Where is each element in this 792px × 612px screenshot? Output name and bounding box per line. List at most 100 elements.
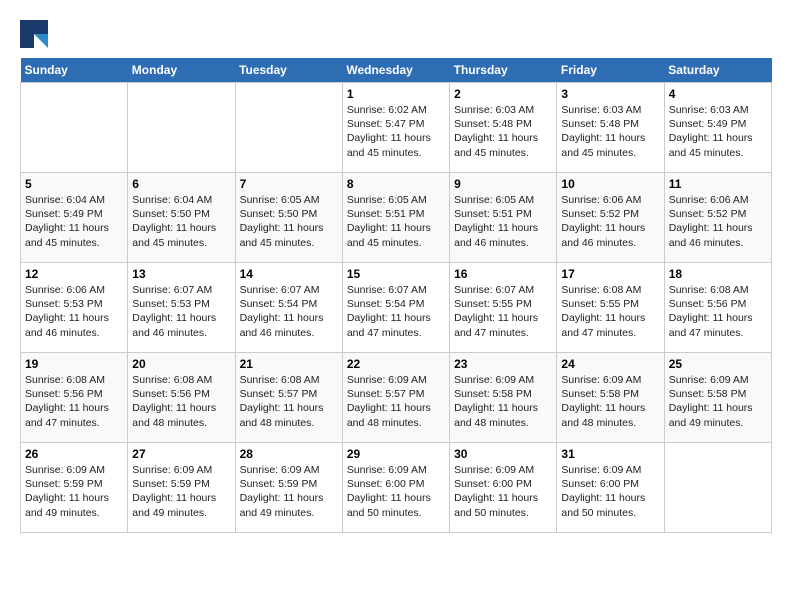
day-header-saturday: Saturday <box>664 58 771 83</box>
day-info: Sunrise: 6:09 AM Sunset: 6:00 PM Dayligh… <box>561 463 659 520</box>
day-number: 1 <box>347 87 445 101</box>
calendar-cell: 18 Sunrise: 6:08 AM Sunset: 5:56 PM Dayli… <box>664 263 771 353</box>
calendar-cell <box>664 443 771 533</box>
day-info: Sunrise: 6:02 AM Sunset: 5:47 PM Dayligh… <box>347 103 445 160</box>
day-number: 11 <box>669 177 767 191</box>
calendar-cell: 24Sunrise: 6:09 AM Sunset: 5:58 PM Dayli… <box>557 353 664 443</box>
calendar-cell: 10 Sunrise: 6:06 AM Sunset: 5:52 PM Dayli… <box>557 173 664 263</box>
day-info: Sunrise: 6:09 AM Sunset: 5:58 PM Dayligh… <box>454 373 552 430</box>
calendar-cell: 28 Sunrise: 6:09 AM Sunset: 5:59 PM Dayli… <box>235 443 342 533</box>
day-header-tuesday: Tuesday <box>235 58 342 83</box>
day-header-sunday: Sunday <box>21 58 128 83</box>
day-number: 18 <box>669 267 767 281</box>
calendar-cell <box>128 83 235 173</box>
calendar-cell: 17Sunrise: 6:08 AM Sunset: 5:55 PM Dayli… <box>557 263 664 353</box>
calendar-cell: 29 Sunrise: 6:09 AM Sunset: 6:00 PM Dayli… <box>342 443 449 533</box>
day-number: 15 <box>347 267 445 281</box>
day-info: Sunrise: 6:04 AM Sunset: 5:50 PM Dayligh… <box>132 193 230 250</box>
day-number: 26 <box>25 447 123 461</box>
day-info: Sunrise: 6:08 AM Sunset: 5:56 PM Dayligh… <box>669 283 767 340</box>
day-number: 7 <box>240 177 338 191</box>
calendar-cell: 21Sunrise: 6:08 AM Sunset: 5:57 PM Dayli… <box>235 353 342 443</box>
calendar-week-row: 5Sunrise: 6:04 AM Sunset: 5:49 PM Daylig… <box>21 173 772 263</box>
day-header-monday: Monday <box>128 58 235 83</box>
day-number: 5 <box>25 177 123 191</box>
calendar-cell: 26 Sunrise: 6:09 AM Sunset: 5:59 PM Dayli… <box>21 443 128 533</box>
day-number: 9 <box>454 177 552 191</box>
day-info: Sunrise: 6:05 AM Sunset: 5:51 PM Dayligh… <box>347 193 445 250</box>
calendar-week-row: 12 Sunrise: 6:06 AM Sunset: 5:53 PM Dayli… <box>21 263 772 353</box>
calendar-table: SundayMondayTuesdayWednesdayThursdayFrid… <box>20 58 772 533</box>
day-info: Sunrise: 6:06 AM Sunset: 5:53 PM Dayligh… <box>25 283 123 340</box>
calendar-week-row: 1 Sunrise: 6:02 AM Sunset: 5:47 PM Daylig… <box>21 83 772 173</box>
day-info: Sunrise: 6:08 AM Sunset: 5:56 PM Dayligh… <box>25 373 123 430</box>
calendar-cell: 5Sunrise: 6:04 AM Sunset: 5:49 PM Daylig… <box>21 173 128 263</box>
day-number: 29 <box>347 447 445 461</box>
calendar-cell: 9 Sunrise: 6:05 AM Sunset: 5:51 PM Daylig… <box>450 173 557 263</box>
calendar-cell: 27Sunrise: 6:09 AM Sunset: 5:59 PM Dayli… <box>128 443 235 533</box>
day-number: 30 <box>454 447 552 461</box>
page-header <box>20 20 772 48</box>
calendar-cell: 19Sunrise: 6:08 AM Sunset: 5:56 PM Dayli… <box>21 353 128 443</box>
day-info: Sunrise: 6:05 AM Sunset: 5:51 PM Dayligh… <box>454 193 552 250</box>
day-info: Sunrise: 6:03 AM Sunset: 5:48 PM Dayligh… <box>454 103 552 160</box>
calendar-cell: 11 Sunrise: 6:06 AM Sunset: 5:52 PM Dayli… <box>664 173 771 263</box>
day-info: Sunrise: 6:03 AM Sunset: 5:48 PM Dayligh… <box>561 103 659 160</box>
calendar-cell: 16 Sunrise: 6:07 AM Sunset: 5:55 PM Dayli… <box>450 263 557 353</box>
day-header-wednesday: Wednesday <box>342 58 449 83</box>
day-number: 14 <box>240 267 338 281</box>
day-info: Sunrise: 6:06 AM Sunset: 5:52 PM Dayligh… <box>669 193 767 250</box>
calendar-cell: 7 Sunrise: 6:05 AM Sunset: 5:50 PM Daylig… <box>235 173 342 263</box>
day-number: 4 <box>669 87 767 101</box>
day-number: 28 <box>240 447 338 461</box>
day-info: Sunrise: 6:09 AM Sunset: 6:00 PM Dayligh… <box>454 463 552 520</box>
calendar-cell: 22 Sunrise: 6:09 AM Sunset: 5:57 PM Dayli… <box>342 353 449 443</box>
day-info: Sunrise: 6:07 AM Sunset: 5:53 PM Dayligh… <box>132 283 230 340</box>
day-number: 3 <box>561 87 659 101</box>
day-info: Sunrise: 6:07 AM Sunset: 5:55 PM Dayligh… <box>454 283 552 340</box>
day-number: 25 <box>669 357 767 371</box>
day-info: Sunrise: 6:09 AM Sunset: 5:58 PM Dayligh… <box>669 373 767 430</box>
day-number: 12 <box>25 267 123 281</box>
day-info: Sunrise: 6:09 AM Sunset: 5:59 PM Dayligh… <box>240 463 338 520</box>
calendar-cell: 2Sunrise: 6:03 AM Sunset: 5:48 PM Daylig… <box>450 83 557 173</box>
day-header-thursday: Thursday <box>450 58 557 83</box>
day-number: 13 <box>132 267 230 281</box>
calendar-week-row: 19Sunrise: 6:08 AM Sunset: 5:56 PM Dayli… <box>21 353 772 443</box>
calendar-cell: 8 Sunrise: 6:05 AM Sunset: 5:51 PM Daylig… <box>342 173 449 263</box>
calendar-cell: 23 Sunrise: 6:09 AM Sunset: 5:58 PM Dayli… <box>450 353 557 443</box>
day-info: Sunrise: 6:06 AM Sunset: 5:52 PM Dayligh… <box>561 193 659 250</box>
day-number: 27 <box>132 447 230 461</box>
day-number: 24 <box>561 357 659 371</box>
calendar-cell: 1 Sunrise: 6:02 AM Sunset: 5:47 PM Daylig… <box>342 83 449 173</box>
calendar-cell: 4Sunrise: 6:03 AM Sunset: 5:49 PM Daylig… <box>664 83 771 173</box>
calendar-cell: 6 Sunrise: 6:04 AM Sunset: 5:50 PM Daylig… <box>128 173 235 263</box>
calendar-cell: 14 Sunrise: 6:07 AM Sunset: 5:54 PM Dayli… <box>235 263 342 353</box>
day-number: 16 <box>454 267 552 281</box>
calendar-cell: 12 Sunrise: 6:06 AM Sunset: 5:53 PM Dayli… <box>21 263 128 353</box>
day-info: Sunrise: 6:08 AM Sunset: 5:57 PM Dayligh… <box>240 373 338 430</box>
day-number: 31 <box>561 447 659 461</box>
day-info: Sunrise: 6:05 AM Sunset: 5:50 PM Dayligh… <box>240 193 338 250</box>
day-number: 17 <box>561 267 659 281</box>
day-number: 22 <box>347 357 445 371</box>
calendar-cell: 30 Sunrise: 6:09 AM Sunset: 6:00 PM Dayli… <box>450 443 557 533</box>
day-number: 20 <box>132 357 230 371</box>
day-info: Sunrise: 6:09 AM Sunset: 5:59 PM Dayligh… <box>25 463 123 520</box>
calendar-cell: 20 Sunrise: 6:08 AM Sunset: 5:56 PM Dayli… <box>128 353 235 443</box>
day-info: Sunrise: 6:07 AM Sunset: 5:54 PM Dayligh… <box>240 283 338 340</box>
day-info: Sunrise: 6:09 AM Sunset: 5:57 PM Dayligh… <box>347 373 445 430</box>
day-info: Sunrise: 6:09 AM Sunset: 6:00 PM Dayligh… <box>347 463 445 520</box>
day-info: Sunrise: 6:08 AM Sunset: 5:56 PM Dayligh… <box>132 373 230 430</box>
day-number: 23 <box>454 357 552 371</box>
calendar-header-row: SundayMondayTuesdayWednesdayThursdayFrid… <box>21 58 772 83</box>
day-number: 8 <box>347 177 445 191</box>
logo-icon <box>20 20 48 48</box>
day-header-friday: Friday <box>557 58 664 83</box>
day-number: 6 <box>132 177 230 191</box>
calendar-cell: 13 Sunrise: 6:07 AM Sunset: 5:53 PM Dayli… <box>128 263 235 353</box>
calendar-week-row: 26 Sunrise: 6:09 AM Sunset: 5:59 PM Dayli… <box>21 443 772 533</box>
day-number: 10 <box>561 177 659 191</box>
calendar-cell: 25 Sunrise: 6:09 AM Sunset: 5:58 PM Dayli… <box>664 353 771 443</box>
calendar-cell: 3 Sunrise: 6:03 AM Sunset: 5:48 PM Daylig… <box>557 83 664 173</box>
